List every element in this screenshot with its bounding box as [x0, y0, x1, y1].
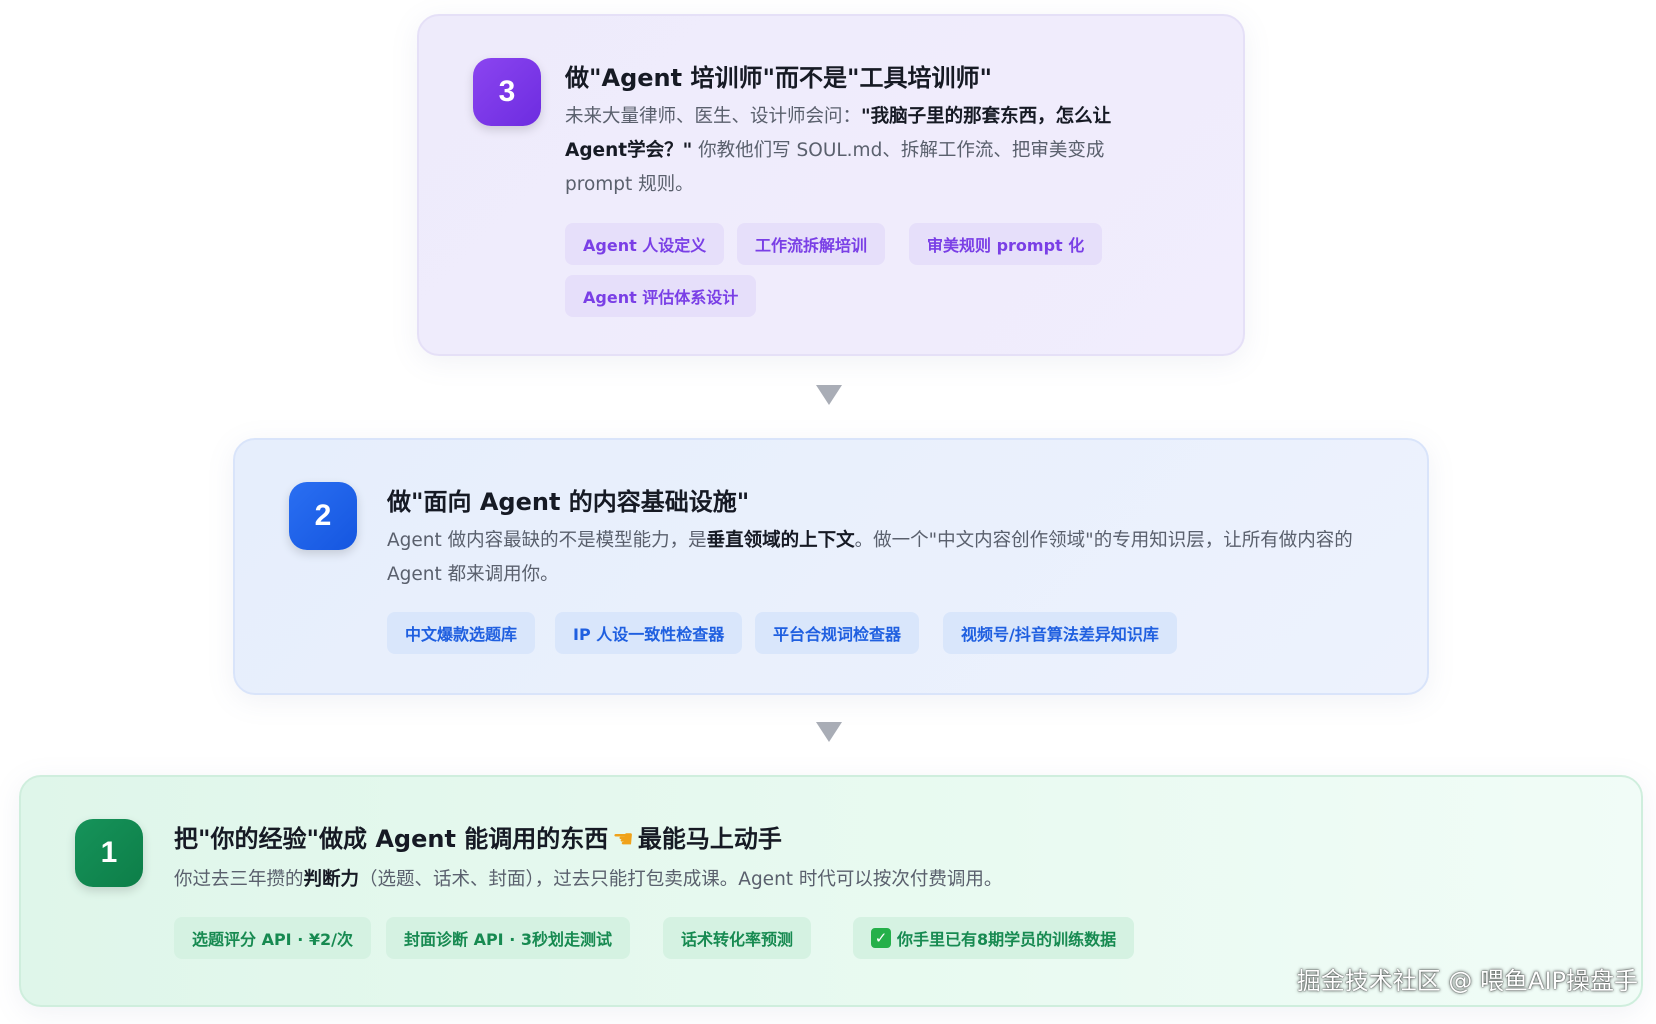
tag-chip: 平台合规词检查器: [755, 612, 920, 654]
step-description: 你过去三年攒的判断力（选题、话术、封面），过去只能打包卖成课。Agent 时代可…: [174, 869, 1003, 890]
step-description: Agent 做内容最缺的不是模型能力，是垂直领域的上下文。做一个"中文内容创作领…: [387, 530, 1353, 585]
step-number-badge: 1: [75, 819, 143, 887]
tag-chip: 中文爆款选题库: [387, 612, 536, 654]
step-title: 把"你的经验"做成 Agent 能调用的东西 ☚ 最能马上动手: [174, 825, 782, 853]
step-card-3: 3 做"Agent 培训师"而不是"工具培训师" 未来大量律师、医生、设计师会问…: [417, 14, 1245, 356]
tag-chip: Agent 人设定义: [565, 223, 725, 265]
hand-pointing-left-icon: ☚: [612, 825, 634, 853]
step-number-badge: 3: [473, 58, 541, 126]
step-title: 做"Agent 培训师"而不是"工具培训师": [565, 64, 992, 92]
tag-chip: 审美规则 prompt 化: [909, 223, 1103, 265]
step-title: 做"面向 Agent 的内容基础设施": [387, 488, 750, 516]
tag-chip: 工作流拆解培训: [737, 223, 886, 265]
tag-chip: Agent 评估体系设计: [565, 275, 757, 317]
tag-chip: 选题评分 API · ¥2/次: [174, 917, 371, 959]
down-arrow-icon: [816, 722, 842, 742]
down-arrow-icon: [816, 385, 842, 405]
step-description: 未来大量律师、医生、设计师会问："我脑子里的那套东西，怎么让 Agent学会？"…: [565, 106, 1112, 195]
tag-chip: ✓ 你手里已有8期学员的训练数据: [853, 917, 1135, 959]
tag-chip: 封面诊断 API · 3秒划走测试: [386, 917, 630, 959]
tag-chip: 话术转化率预测: [663, 917, 812, 959]
checkmark-icon: ✓: [871, 928, 891, 948]
tag-chip: 视频号/抖音算法差异知识库: [943, 612, 1177, 654]
watermark: 掘金技术社区 @ 喂鱼AIP操盘手: [1296, 967, 1638, 995]
step-card-2: 2 做"面向 Agent 的内容基础设施" Agent 做内容最缺的不是模型能力…: [233, 438, 1429, 695]
tag-chip: IP 人设一致性检查器: [555, 612, 743, 654]
step-number-badge: 2: [289, 482, 357, 550]
